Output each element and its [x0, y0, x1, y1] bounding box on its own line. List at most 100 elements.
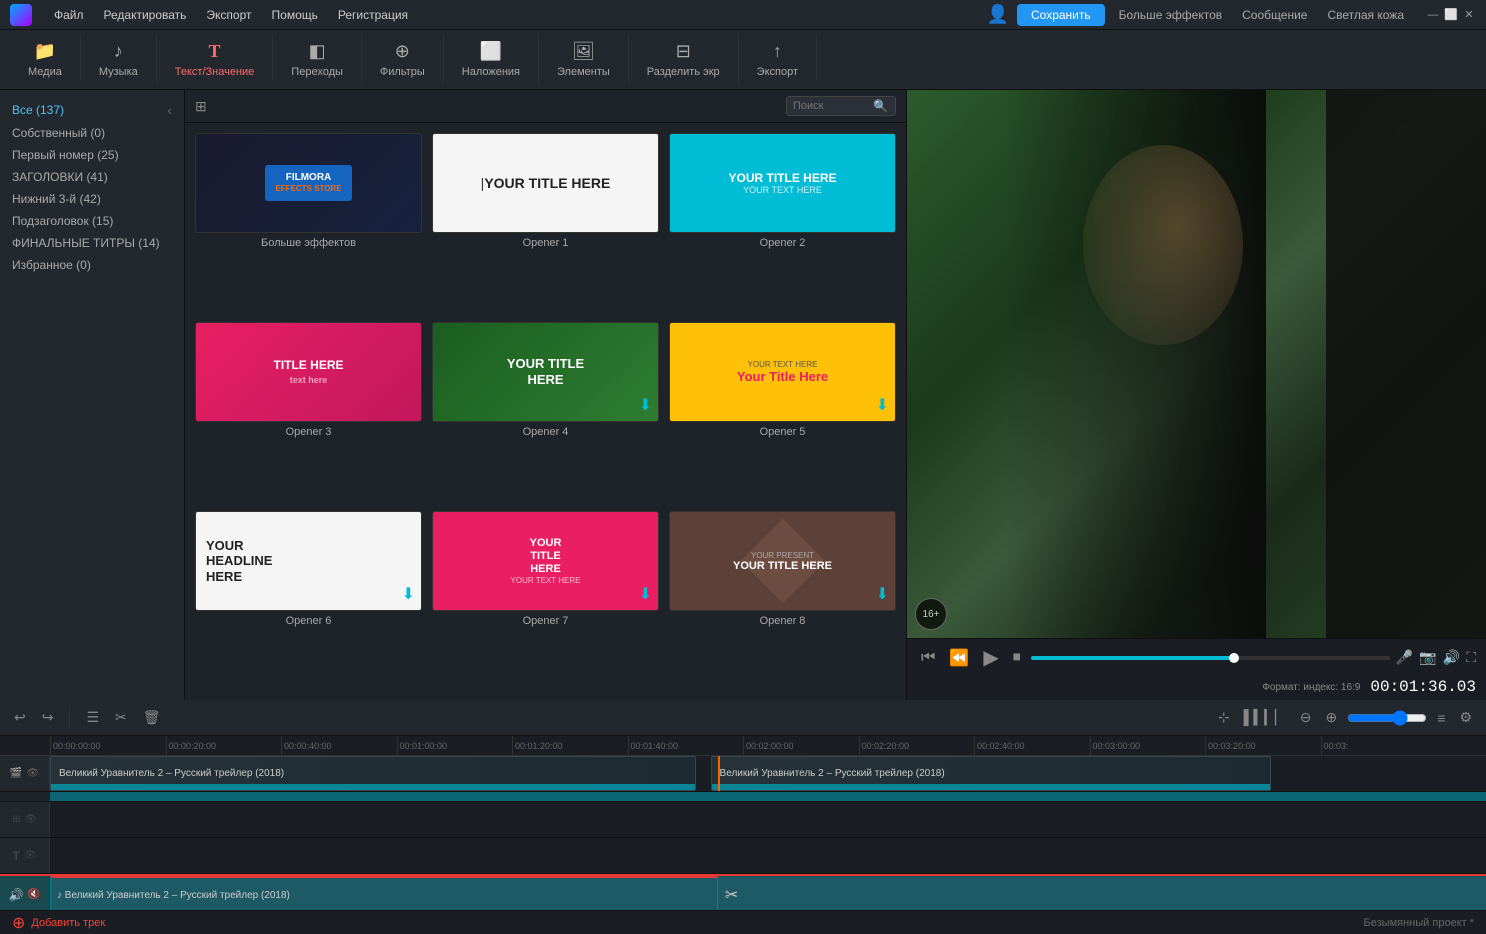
thumbnail-opener4[interactable]: YOUR TITLEHERE ⬇ Opener 4 — [432, 322, 659, 501]
main-toolbar: 📁 Медиа ♪ Музыка T Текст/Значение ◧ Пере… — [0, 30, 1486, 90]
search-magnify-icon: 🔍 — [873, 99, 888, 113]
progress-bar[interactable] — [1031, 656, 1390, 660]
audio-track-controls: 🔊 🔇 — [0, 876, 50, 910]
thumbnail-opener7[interactable]: YOURTITLEHERE YOUR TEXT HERE ⬇ Opener 7 — [432, 511, 659, 690]
snap-icon[interactable]: ⊹ — [1214, 707, 1234, 728]
minus-button[interactable]: ⊖ — [1296, 707, 1316, 728]
audio-sync-track — [0, 792, 1486, 802]
menu-file[interactable]: Файл — [44, 0, 94, 30]
ruler-mark: 00:02:00:00 — [743, 736, 859, 756]
mic-icon[interactable]: 🎤 — [1396, 649, 1413, 666]
user-icon[interactable]: 👤 — [987, 4, 1009, 25]
search-input[interactable] — [793, 100, 873, 112]
zoom-slider[interactable] — [1347, 710, 1427, 726]
add-track-label: Добавить трек — [31, 917, 105, 929]
layout-button[interactable]: ≡ — [1433, 708, 1449, 728]
video-clip-1[interactable]: Великий Уравнитель 2 – Русский трейлер (… — [50, 756, 696, 791]
opener5-sub: YOUR TEXT HERE — [748, 360, 818, 369]
thumbnail-opener3[interactable]: TITLE HEREtext here Opener 3 — [195, 322, 422, 501]
sidebar-item-all[interactable]: Все (137) ‹ — [0, 98, 184, 122]
tool-overlays[interactable]: ⬜ Наложения — [444, 35, 539, 84]
play-button[interactable]: ▶ — [979, 645, 1002, 670]
download-badge-5: ⬇ — [876, 395, 889, 415]
ruler-mark: 00:03:20:00 — [1205, 736, 1321, 756]
undo-button[interactable]: ↩ — [10, 707, 30, 728]
sidebar-item-final[interactable]: ФИНАЛЬНЫЕ ТИТРЫ (14) — [0, 232, 184, 254]
tool-transitions-label: Переходы — [291, 66, 343, 78]
list-button[interactable]: ☰ — [82, 707, 103, 728]
sidebar-item-first[interactable]: Первый номер (25) — [0, 144, 184, 166]
sidebar-item-lower[interactable]: Нижний 3-й (42) — [0, 188, 184, 210]
sidebar-item-fav[interactable]: Избранное (0) — [0, 254, 184, 276]
tool-elements[interactable]: 🖼 Элементы — [539, 35, 629, 84]
plus-button[interactable]: ⊕ — [1322, 707, 1342, 728]
prev-frame-button[interactable]: ⏪ — [945, 648, 973, 668]
eye-icon-2[interactable]: 👁 — [24, 814, 37, 825]
eye-icon-3[interactable]: 👁 — [24, 850, 37, 861]
menu-help[interactable]: Помощь — [262, 0, 328, 30]
minimize-button[interactable]: — — [1426, 8, 1440, 22]
thumbnail-opener1[interactable]: |YOUR TITLE HERE Opener 1 — [432, 133, 659, 312]
sidebar: Все (137) ‹ Собственный (0) Первый номер… — [0, 90, 185, 700]
opener8-title: YOUR TITLE HERE — [733, 560, 832, 572]
skin-link[interactable]: Светлая кожа — [1321, 8, 1410, 22]
audio-clip-1[interactable]: ♪ Великий Уравнитель 2 – Русский трейлер… — [50, 876, 718, 910]
progress-fill — [1031, 656, 1239, 660]
thumbnail-opener2[interactable]: YOUR TITLE HERE YOUR TEXT HERE Opener 2 — [669, 133, 896, 312]
opener5-title: Your Title Here — [737, 369, 828, 384]
effects-link[interactable]: Больше эффектов — [1113, 8, 1229, 22]
video-clip-2[interactable]: Великий Уравнитель 2 – Русский трейлер (… — [711, 756, 1271, 791]
video-track: 🎬 👁 Великий Уравнитель 2 – Русский трейл… — [0, 756, 1486, 792]
thumbnail-opener5[interactable]: YOUR TEXT HERE Your Title Here ⬇ Opener … — [669, 322, 896, 501]
thumbnail-opener8[interactable]: YOUR PRESENT YOUR TITLE HERE ⬇ Opener 8 — [669, 511, 896, 690]
opener1-text: |YOUR TITLE HERE — [481, 175, 611, 191]
mute-icon[interactable]: 🔇 — [28, 889, 40, 900]
delete-button[interactable]: 🗑 — [139, 707, 165, 728]
video-track-content: Великий Уравнитель 2 – Русский трейлер (… — [50, 756, 1486, 791]
menu-export[interactable]: Экспорт — [196, 0, 261, 30]
tool-split[interactable]: ⊟ Разделить экр — [629, 35, 739, 84]
save-button[interactable]: Сохранить — [1017, 4, 1105, 26]
cut-button[interactable]: ✂ — [111, 707, 131, 728]
volume-icon[interactable]: 🔊 — [1443, 649, 1460, 666]
sidebar-item-titles[interactable]: ЗАГОЛОВКИ (41) — [0, 166, 184, 188]
camera-icon[interactable]: 📷 — [1419, 649, 1436, 666]
eye-icon[interactable]: 👁 — [26, 768, 39, 779]
sidebar-item-own[interactable]: Собственный (0) — [0, 122, 184, 144]
message-link[interactable]: Сообщение — [1236, 8, 1313, 22]
tool-music[interactable]: ♪ Музыка — [81, 35, 157, 84]
back-arrow-icon[interactable]: ‹ — [167, 102, 172, 118]
menu-edit[interactable]: Редактировать — [94, 0, 197, 30]
tool-transitions[interactable]: ◧ Переходы — [273, 35, 362, 84]
tool-filters-label: Фильтры — [380, 66, 425, 78]
thumb-label-opener7: Opener 7 — [432, 615, 659, 627]
stop-button[interactable]: ⏹ — [1009, 649, 1025, 667]
tool-media[interactable]: 📁 Медиа — [10, 35, 81, 84]
tool-filters[interactable]: ⊕ Фильтры — [362, 35, 444, 84]
thumbnail-effects-store[interactable]: FILMORAEFFECTS STORE Больше эффектов — [195, 133, 422, 312]
tool-text[interactable]: T Текст/Значение — [157, 35, 274, 84]
skip-start-button[interactable]: ⏮ — [917, 649, 939, 667]
elements-icon: 🖼 — [572, 41, 595, 62]
preview-controls: ⏮ ⏪ ▶ ⏹ 🎤 📷 🔊 ⛶ — [907, 638, 1486, 676]
tool-export[interactable]: ↑ Экспорт — [739, 35, 817, 84]
maximize-button[interactable]: ⬜ — [1444, 8, 1458, 22]
opener2-sub: YOUR TEXT HERE — [743, 185, 822, 195]
playhead[interactable] — [718, 756, 720, 791]
preview-panel: 16+ ⏮ ⏪ ▶ ⏹ 🎤 📷 🔊 ⛶ Формат: индекс: 16:9… — [906, 90, 1486, 700]
menu-register[interactable]: Регистрация — [328, 0, 418, 30]
text-track-controls: T 👁 — [0, 838, 50, 873]
tool-music-label: Музыка — [99, 66, 138, 78]
thumbnail-opener6[interactable]: YOURHEADLINEHERE ⬇ Opener 6 — [195, 511, 422, 690]
content-area: ⊞ 🔍 FILMORAEFFECTS STORE Больше эффектов — [185, 90, 906, 700]
redo-button[interactable]: ↪ — [38, 707, 58, 728]
close-button[interactable]: ✕ — [1462, 8, 1476, 22]
settings-button[interactable]: ⚙ — [1455, 707, 1476, 728]
waveform-icon[interactable]: ▌▍▎▏ — [1240, 707, 1290, 728]
thumb-label-opener6: Opener 6 — [195, 615, 422, 627]
sidebar-item-sub[interactable]: Подзаголовок (15) — [0, 210, 184, 232]
audio-track-content: ♪ Великий Уравнитель 2 – Русский трейлер… — [50, 876, 1486, 910]
fullscreen-icon[interactable]: ⛶ — [1466, 649, 1476, 666]
add-track-button[interactable]: ⊕ Добавить трек — [12, 913, 105, 933]
grid-view-icon[interactable]: ⊞ — [195, 98, 207, 115]
